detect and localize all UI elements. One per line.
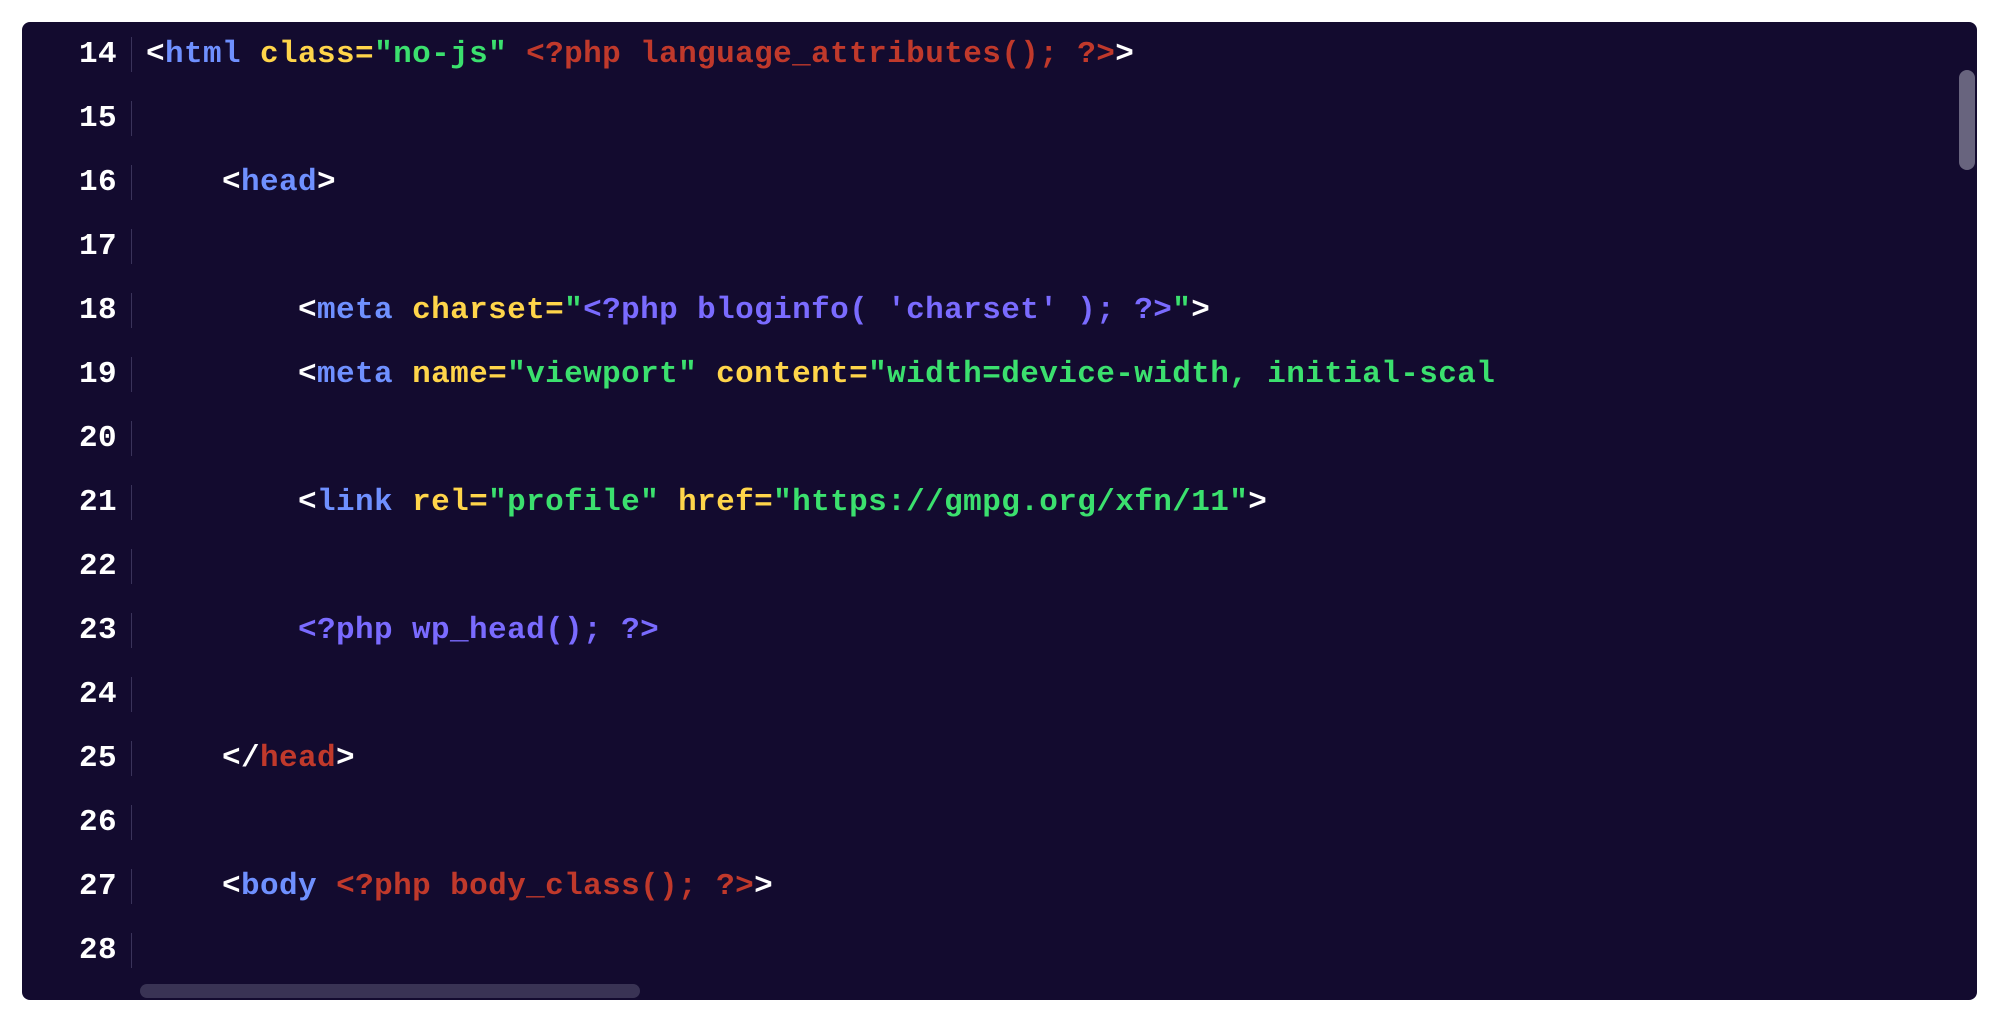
app-frame: 14<html class="no-js" <?php language_att…: [0, 0, 1999, 1022]
code-line[interactable]: 14<html class="no-js" <?php language_att…: [22, 22, 1977, 86]
token-phpattr: <?php bloginfo( 'charset' ); ?>: [583, 293, 1172, 328]
token-attr: class=: [260, 37, 374, 72]
code-line[interactable]: 26: [22, 790, 1977, 854]
vertical-scrollbar[interactable]: [1959, 30, 1975, 978]
token-phpattr: <?php wp_head(); ?>: [298, 613, 659, 648]
token-plain: [659, 485, 678, 520]
code-line[interactable]: 27 <body <?php body_class(); ?>>: [22, 854, 1977, 918]
token-punct: <: [222, 869, 241, 904]
token-plain: [241, 37, 260, 72]
token-punct: >: [317, 165, 336, 200]
token-tag: meta: [317, 293, 393, 328]
line-number: 27: [22, 869, 132, 904]
token-attr: content=: [716, 357, 868, 392]
token-punct: <: [298, 293, 317, 328]
token-punct: <: [298, 485, 317, 520]
code-line[interactable]: 28: [22, 918, 1977, 982]
code-content[interactable]: <html class="no-js" <?php language_attri…: [132, 37, 1977, 72]
token-attr: charset=: [412, 293, 564, 328]
line-number: 20: [22, 421, 132, 456]
code-line[interactable]: 23 <?php wp_head(); ?>: [22, 598, 1977, 662]
token-attr: name=: [412, 357, 507, 392]
code-content[interactable]: </head>: [132, 741, 1977, 776]
token-tag: meta: [317, 357, 393, 392]
token-closetag: head: [260, 741, 336, 776]
token-punct: >: [1115, 37, 1134, 72]
line-number: 23: [22, 613, 132, 648]
code-line[interactable]: 22: [22, 534, 1977, 598]
line-number: 28: [22, 933, 132, 968]
token-tag: link: [317, 485, 393, 520]
line-number: 25: [22, 741, 132, 776]
token-punct: >: [754, 869, 773, 904]
code-content[interactable]: <body <?php body_class(); ?>>: [132, 869, 1977, 904]
token-str: "width=device-width, initial-scal: [868, 357, 1495, 392]
code-content[interactable]: <meta charset="<?php bloginfo( 'charset'…: [132, 293, 1977, 328]
line-number: 26: [22, 805, 132, 840]
token-punct: <: [222, 165, 241, 200]
line-number: 16: [22, 165, 132, 200]
token-attr: href=: [678, 485, 773, 520]
token-plain: [393, 357, 412, 392]
token-tag: head: [241, 165, 317, 200]
token-plain: [507, 37, 526, 72]
line-number: 18: [22, 293, 132, 328]
horizontal-scrollbar[interactable]: [140, 984, 1955, 998]
token-str: "no-js": [374, 37, 507, 72]
token-plain: [393, 293, 412, 328]
line-number: 14: [22, 37, 132, 72]
token-tag: html: [165, 37, 241, 72]
horizontal-scrollbar-thumb[interactable]: [140, 984, 640, 998]
code-content[interactable]: <meta name="viewport" content="width=dev…: [132, 357, 1977, 392]
code-line[interactable]: 17: [22, 214, 1977, 278]
token-plain: [393, 485, 412, 520]
vertical-scrollbar-thumb[interactable]: [1959, 70, 1975, 170]
code-line[interactable]: 18 <meta charset="<?php bloginfo( 'chars…: [22, 278, 1977, 342]
token-punct: <: [146, 37, 165, 72]
code-line[interactable]: 16 <head>: [22, 150, 1977, 214]
code-line[interactable]: 19 <meta name="viewport" content="width=…: [22, 342, 1977, 406]
line-number: 24: [22, 677, 132, 712]
code-content[interactable]: <head>: [132, 165, 1977, 200]
token-punct: >: [1248, 485, 1267, 520]
token-php: <?php body_class(); ?>: [336, 869, 754, 904]
token-php: <?php language_attributes(); ?>: [526, 37, 1115, 72]
code-line[interactable]: 25 </head>: [22, 726, 1977, 790]
code-line[interactable]: 15: [22, 86, 1977, 150]
token-str: ": [1172, 293, 1191, 328]
code-content[interactable]: <link rel="profile" href="https://gmpg.o…: [132, 485, 1977, 520]
line-number: 21: [22, 485, 132, 520]
token-plain: [697, 357, 716, 392]
code-content[interactable]: <?php wp_head(); ?>: [132, 613, 1977, 648]
line-number: 19: [22, 357, 132, 392]
line-number: 17: [22, 229, 132, 264]
token-punct: >: [336, 741, 355, 776]
code-line[interactable]: 21 <link rel="profile" href="https://gmp…: [22, 470, 1977, 534]
code-viewport[interactable]: 14<html class="no-js" <?php language_att…: [22, 22, 1977, 982]
token-punct: <: [298, 357, 317, 392]
token-plain: [317, 869, 336, 904]
token-attr: rel=: [412, 485, 488, 520]
token-punct: </: [222, 741, 260, 776]
code-line[interactable]: 24: [22, 662, 1977, 726]
token-tag: body: [241, 869, 317, 904]
token-str: ": [564, 293, 583, 328]
token-str: "viewport": [507, 357, 697, 392]
token-punct: >: [1191, 293, 1210, 328]
line-number: 15: [22, 101, 132, 136]
token-str: "profile": [488, 485, 659, 520]
code-editor[interactable]: 14<html class="no-js" <?php language_att…: [22, 22, 1977, 1000]
token-str: "https://gmpg.org/xfn/11": [773, 485, 1248, 520]
code-line[interactable]: 20: [22, 406, 1977, 470]
line-number: 22: [22, 549, 132, 584]
